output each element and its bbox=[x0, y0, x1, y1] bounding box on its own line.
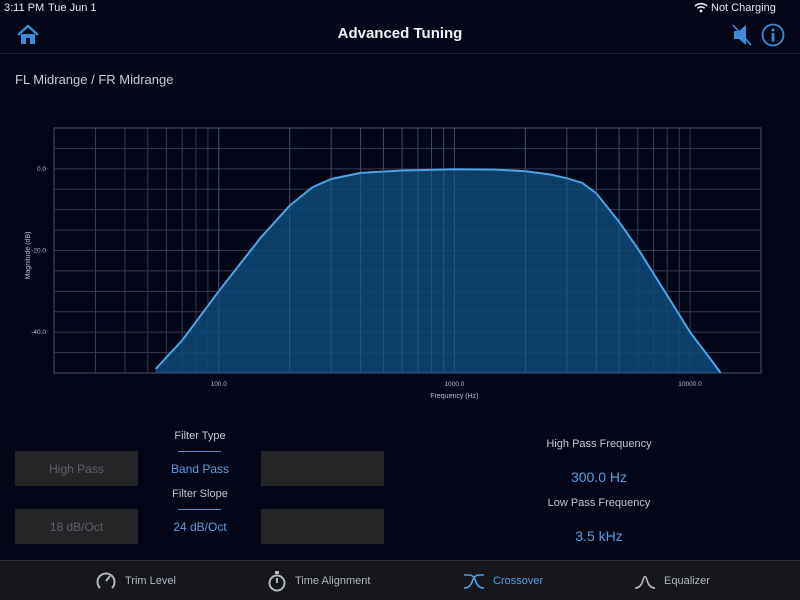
tab-bar: Trim Level Time Alignment Crossover Equa… bbox=[0, 560, 800, 600]
filter-slope-value[interactable]: 24 dB/Oct bbox=[150, 520, 250, 534]
x-tick-label: 100.0 bbox=[211, 381, 228, 388]
crossover-icon bbox=[463, 574, 485, 589]
high-pass-button[interactable]: High Pass bbox=[15, 451, 138, 486]
nav-bar: Advanced Tuning bbox=[0, 16, 800, 54]
tab-trim-level-label: Trim Level bbox=[125, 575, 176, 587]
high-pass-frequency-label: High Pass Frequency bbox=[546, 438, 652, 450]
status-time: 3:11 PM bbox=[4, 2, 45, 14]
filter-slope-underline bbox=[178, 509, 221, 510]
tab-crossover-label: Crossover bbox=[493, 575, 544, 587]
crossover-chart: 100.0 1000.0 10000.0 0.0 -20.0 -40.0 Frequency… bbox=[25, 127, 762, 400]
filter-type-label: Filter Type bbox=[174, 430, 226, 442]
y-tick-label: 0.0 bbox=[37, 166, 46, 173]
y-axis-label: Magnitude (dB) bbox=[25, 232, 32, 280]
tab-time-alignment-label: Time Alignment bbox=[295, 575, 371, 587]
slope-18-button[interactable]: 18 dB/Oct bbox=[15, 509, 138, 544]
page-title: Advanced Tuning bbox=[337, 25, 463, 42]
tab-crossover[interactable]: Crossover bbox=[463, 561, 543, 600]
charging-status: Not Charging bbox=[711, 2, 776, 14]
x-tick-label: 10000.0 bbox=[678, 381, 702, 388]
y-tick-label: -40.0 bbox=[31, 329, 46, 336]
x-axis-label: Frequency (Hz) bbox=[430, 393, 478, 400]
response-area bbox=[155, 169, 721, 373]
eq-bell-icon bbox=[634, 575, 656, 589]
tab-time-alignment[interactable]: Time Alignment bbox=[267, 561, 370, 600]
info-icon[interactable] bbox=[761, 23, 785, 47]
channel-title: FL Midrange / FR Midrange bbox=[15, 72, 174, 87]
filter-type-value[interactable]: Band Pass bbox=[150, 462, 250, 476]
tab-trim-level[interactable]: Trim Level bbox=[95, 561, 176, 600]
status-bar: 3:11 PM Tue Jun 1 Not Charging bbox=[0, 0, 800, 16]
low-pass-button[interactable] bbox=[261, 451, 384, 486]
filter-slope-label: Filter Slope bbox=[172, 488, 228, 500]
wifi-icon bbox=[694, 2, 708, 13]
speaker-mute-icon[interactable] bbox=[731, 23, 753, 47]
trim-knob-icon bbox=[96, 572, 116, 589]
x-tick-label: 1000.0 bbox=[444, 381, 464, 388]
low-pass-frequency-value[interactable]: 3.5 kHz bbox=[499, 528, 699, 544]
low-pass-frequency-label: Low Pass Frequency bbox=[547, 497, 651, 509]
status-date: Tue Jun 1 bbox=[48, 2, 97, 14]
tab-equalizer-label: Equalizer bbox=[664, 575, 710, 587]
slope-30-button[interactable] bbox=[261, 509, 384, 544]
filter-type-underline bbox=[178, 451, 221, 452]
tab-equalizer[interactable]: Equalizer bbox=[634, 561, 710, 600]
y-tick-label: -20.0 bbox=[31, 248, 46, 255]
high-pass-frequency-value[interactable]: 300.0 Hz bbox=[499, 469, 699, 485]
stopwatch-icon bbox=[268, 571, 286, 592]
